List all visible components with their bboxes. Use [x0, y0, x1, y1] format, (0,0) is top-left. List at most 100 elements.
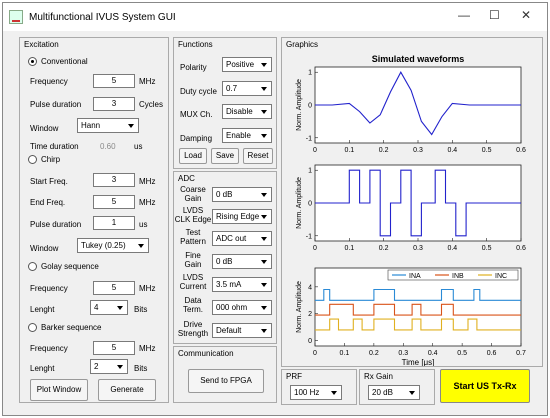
chirp-pulse-input[interactable]: 1 — [93, 216, 135, 230]
end-freq-input[interactable]: 5 — [93, 195, 135, 209]
y-tick-label: 1 — [308, 70, 312, 77]
minimize-button[interactable]: — — [458, 8, 470, 22]
reset-button[interactable]: Reset — [243, 148, 273, 164]
x-tick-label: 0.4 — [447, 245, 457, 252]
lvds-clk-select[interactable]: Rising Edge — [212, 209, 272, 224]
x-tick-label: 0.2 — [379, 245, 389, 252]
chevron-down-icon — [261, 237, 267, 241]
y-tick-label: 1 — [308, 168, 312, 175]
x-tick-label: 0.1 — [340, 350, 350, 357]
y-tick-label: 2 — [308, 311, 312, 318]
plot-window-button[interactable]: Plot Window — [30, 379, 88, 401]
chirp-window-select[interactable]: Tukey (0.25) — [77, 238, 149, 253]
graphics-title: Graphics — [286, 40, 319, 49]
chevron-down-icon — [261, 193, 267, 197]
save-button[interactable]: Save — [211, 148, 239, 164]
start-freq-input[interactable]: 3 — [93, 173, 135, 187]
coarse-gain-select[interactable]: 0 dB — [212, 187, 272, 202]
start-us-tx-rx-button[interactable]: Start US Tx-Rx — [440, 369, 530, 403]
chevron-down-icon — [138, 244, 144, 248]
chirp-radio[interactable] — [28, 155, 37, 164]
lvds-current-label: LVDS Current — [179, 273, 207, 291]
close-button[interactable]: ✕ — [521, 8, 531, 22]
x-tick-label: 0 — [313, 245, 317, 252]
x-tick-label: 0.3 — [413, 147, 423, 154]
x-tick-label: 0.5 — [482, 245, 492, 252]
time-duration-label: Time duration — [30, 142, 79, 151]
communication-panel: Communication Send to FPGA — [173, 346, 277, 403]
y-axis-label: Norm. Amplitude — [296, 79, 303, 131]
lvds-clk-value: Rising Edge — [216, 212, 260, 221]
polarity-label: Polarity — [180, 63, 207, 72]
lvds-current-select[interactable]: 3.5 mA — [212, 277, 272, 292]
conventional-radio[interactable] — [28, 57, 37, 66]
prf-title: PRF — [286, 372, 302, 381]
golay-length-select[interactable]: 4 — [90, 300, 128, 315]
lvds-clk-label: LVDS CLK Edge — [174, 206, 212, 224]
y-axis-label: Norm. Amplitude — [296, 281, 303, 333]
chirp-window-value: Tukey (0.25) — [81, 241, 126, 250]
chevron-down-icon — [331, 391, 337, 395]
window-select[interactable]: Hann — [77, 118, 139, 133]
rx-gain-title: Rx Gain — [364, 372, 393, 381]
chevron-down-icon — [261, 215, 267, 219]
prf-select[interactable]: 100 Hz — [290, 385, 342, 400]
functions-title: Functions — [178, 40, 213, 49]
chirp-label: Chirp — [41, 155, 61, 164]
x-tick-label: 0.3 — [413, 245, 423, 252]
mux-select[interactable]: Disable — [222, 104, 272, 119]
barker-frequency-label: Frequency — [30, 344, 68, 353]
load-button[interactable]: Load — [179, 148, 207, 164]
barker-length-value: 2 — [94, 362, 99, 371]
chevron-down-icon — [261, 283, 267, 287]
rx-gain-value: 20 dB — [372, 388, 393, 397]
y-tick-label: 0 — [308, 103, 312, 110]
window-title: Multifunctional IVUS System GUI — [29, 11, 176, 23]
chirp-window-label: Window — [30, 244, 59, 253]
send-to-fpga-button[interactable]: Send to FPGA — [188, 369, 264, 393]
y-tick-label: 4 — [308, 284, 312, 291]
maximize-button[interactable]: ☐ — [489, 8, 500, 22]
golay-length-unit: Bits — [134, 305, 148, 314]
x-tick-label: 0.7 — [516, 350, 526, 357]
barker-label: Barker sequence — [41, 323, 102, 332]
data-term-select[interactable]: 000 ohm — [212, 300, 272, 315]
duty-cycle-select[interactable]: 0.7 — [222, 81, 272, 96]
legend-label-ina: INA — [409, 273, 421, 280]
frequency-label: Frequency — [30, 77, 68, 86]
data-term-label: Data Term. — [183, 296, 203, 314]
prf-panel: PRF 100 Hz — [281, 369, 357, 405]
adc-title: ADC — [178, 174, 195, 183]
y-tick-label: -1 — [306, 135, 312, 142]
functions-panel: Functions Polarity Positive Duty cycle 0… — [173, 37, 277, 169]
x-tick-label: 0 — [313, 147, 317, 154]
golay-radio[interactable] — [28, 262, 37, 271]
x-tick-label: 0.6 — [516, 245, 526, 252]
test-pattern-select[interactable]: ADC out — [212, 231, 272, 246]
barker-length-select[interactable]: 2 — [90, 359, 128, 374]
golay-frequency-unit: MHz — [139, 284, 156, 293]
barker-length-label: Lenght — [30, 364, 55, 373]
chevron-down-icon — [261, 306, 267, 310]
rx-gain-select[interactable]: 20 dB — [368, 385, 420, 400]
drive-strength-value: Default — [216, 326, 242, 335]
drive-strength-select[interactable]: Default — [212, 323, 272, 338]
app-icon — [9, 10, 23, 24]
golay-frequency-input[interactable]: 5 — [93, 281, 135, 295]
chevron-down-icon — [117, 306, 123, 310]
frequency-unit: MHz — [139, 77, 156, 86]
generate-button[interactable]: Generate — [98, 379, 156, 401]
barker-radio[interactable] — [28, 323, 37, 332]
window-label: Window — [30, 124, 59, 133]
barker-frequency-input[interactable]: 5 — [93, 341, 135, 355]
pulse-duration-input[interactable]: 3 — [93, 97, 135, 111]
chirp-pulse-label: Pulse duration — [30, 220, 82, 229]
polarity-select[interactable]: Positive — [222, 57, 272, 72]
chevron-down-icon — [409, 391, 415, 395]
damping-select[interactable]: Enable — [222, 128, 272, 143]
coarse-gain-label: Coarse Gain — [180, 185, 206, 203]
mux-value: Disable — [226, 107, 253, 116]
frequency-input[interactable]: 5 — [93, 74, 135, 88]
fine-gain-select[interactable]: 0 dB — [212, 254, 272, 269]
drive-strength-label: Drive Strength — [177, 320, 209, 338]
